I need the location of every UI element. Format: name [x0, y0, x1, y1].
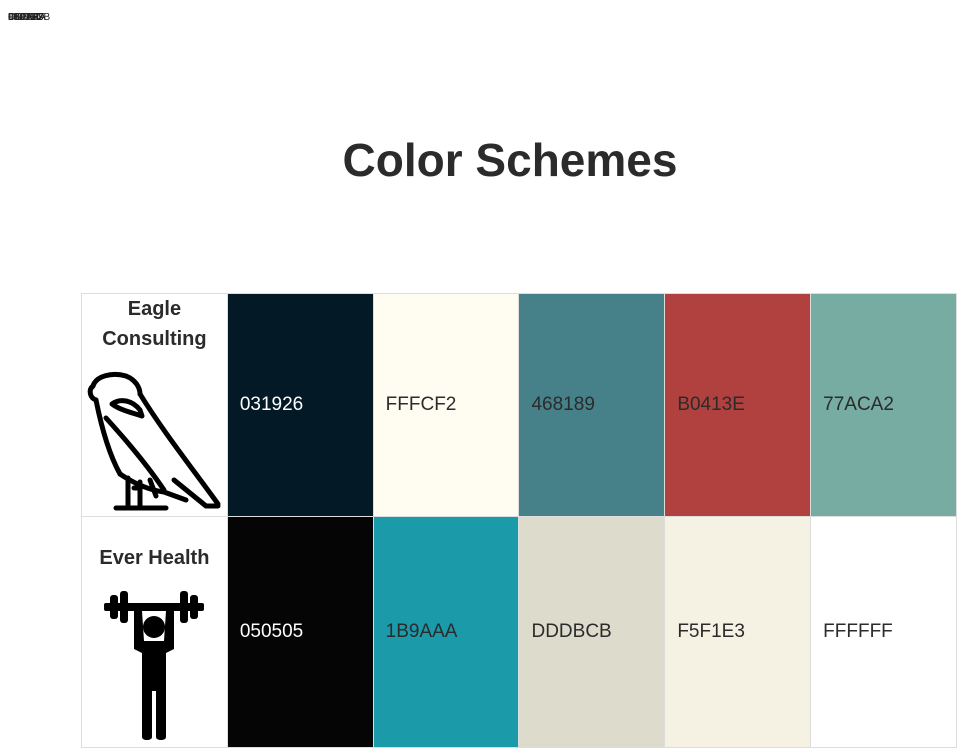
color-swatch: B0413E — [664, 293, 812, 517]
weightlifter-icon — [82, 591, 227, 746]
color-swatch: 77ACA2 — [810, 293, 957, 517]
brand-name: Eagle Consulting — [82, 294, 227, 354]
color-swatch: F5F1E3 — [664, 516, 812, 748]
hex-code: 031926 — [239, 394, 304, 415]
hex-code: 468189 — [531, 394, 595, 415]
hex-code: 1B9AAA — [385, 621, 458, 642]
color-swatch: 468189 — [518, 293, 666, 517]
color-swatch: 031926 — [226, 293, 374, 517]
brand-name: Ever Health — [99, 547, 210, 569]
hex-code: 050505 — [239, 621, 304, 642]
brand-name-line: Eagle — [127, 298, 182, 320]
hex-code: B0413E — [677, 394, 745, 415]
hex-code: 77ACA2 — [823, 394, 894, 415]
overlapping-label: 031926 — [8, 12, 42, 23]
color-scheme-table: Eagle Consulting 031926 FFFCF2 468189 B0… — [81, 293, 957, 748]
hex-code: FFFCF2 — [385, 394, 457, 415]
color-swatch: FFFFFF — [810, 516, 957, 748]
hex-code: F5F1E3 — [677, 621, 745, 642]
eagle-icon — [82, 370, 227, 521]
brand-name-line: Consulting — [102, 328, 207, 350]
color-swatch: 1B9AAA — [372, 516, 520, 748]
color-swatch: FFFCF2 — [372, 293, 520, 517]
hex-code: FFFFFF — [823, 621, 893, 642]
brand-cell: Ever Health — [81, 516, 228, 748]
hex-code: DDDBCB — [531, 621, 612, 642]
overlapping-color-labels: F5F1E3 FFFFFF DDDBCB 1B9AAA 050505 03192… — [8, 12, 68, 24]
scheme-row-eagle-consulting: Eagle Consulting 031926 FFFCF2 468189 B0… — [81, 293, 957, 517]
color-swatch: 050505 — [226, 516, 374, 748]
page-title: Color Schemes — [342, 134, 678, 186]
color-swatch: DDDBCB — [518, 516, 666, 748]
brand-cell: Eagle Consulting — [81, 293, 228, 517]
scheme-row-ever-health: Ever Health 050505 1B9AAA DDDBCB F5F1E3 … — [81, 516, 957, 748]
